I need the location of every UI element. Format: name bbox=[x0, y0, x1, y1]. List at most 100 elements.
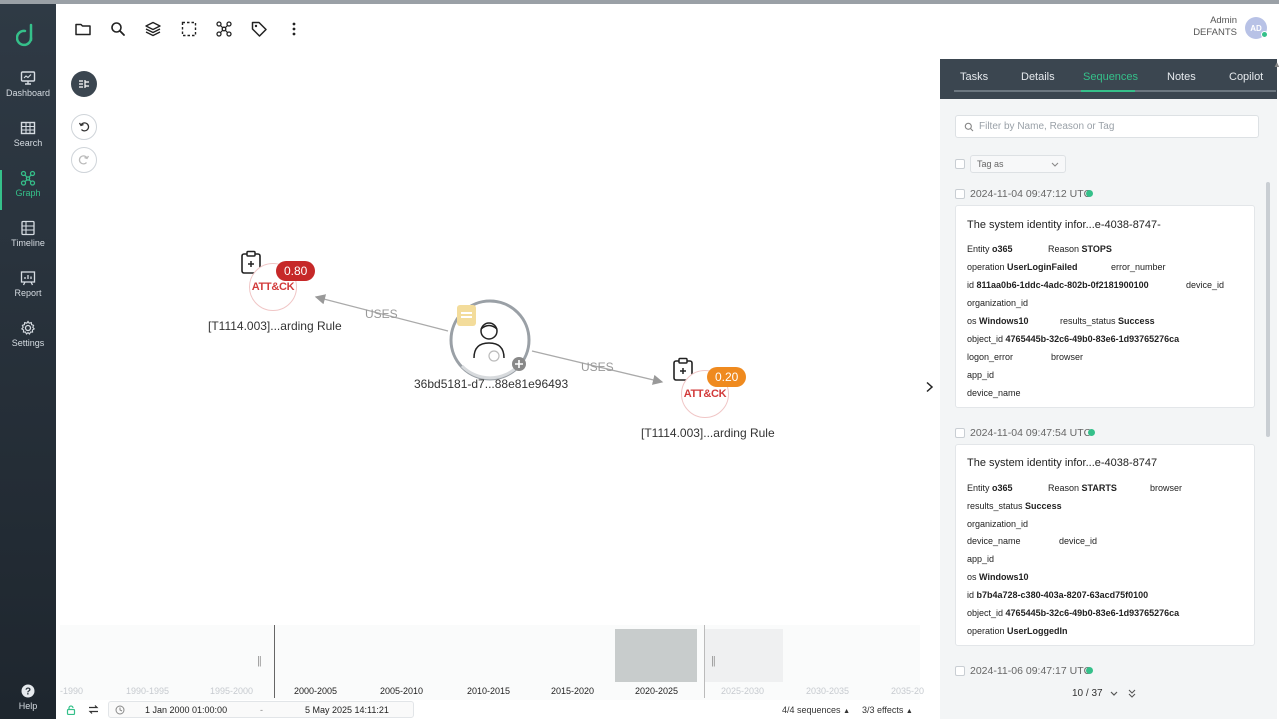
tab-sequences[interactable]: Sequences bbox=[1083, 71, 1138, 83]
lock-icon[interactable] bbox=[66, 705, 76, 715]
filter-placeholder: Filter by Name, Reason or Tag bbox=[979, 121, 1115, 132]
sequence-title: The system identity infor...e-4038-8747 bbox=[967, 457, 1158, 469]
field: device_name bbox=[967, 388, 1021, 398]
sequence-checkbox[interactable] bbox=[955, 666, 965, 676]
range-end: 5 May 2025 14:11:21 bbox=[305, 705, 389, 715]
sequence-checkbox[interactable] bbox=[955, 189, 965, 199]
field: Entity o365 bbox=[967, 244, 1013, 254]
field: Reason STOPS bbox=[1048, 244, 1112, 254]
timeline-tick: 2010-2015 bbox=[467, 686, 511, 696]
timeline-drag-handle[interactable]: || bbox=[257, 655, 262, 667]
sequence-card[interactable]: The system identity infor...e-4038-8747 … bbox=[955, 444, 1255, 646]
tab-tasks[interactable]: Tasks bbox=[960, 71, 988, 83]
timeline-tick: 2035-20 bbox=[891, 686, 925, 696]
tab-copilot[interactable]: Copilot bbox=[1229, 71, 1263, 83]
node-label: 36bd5181-d7...88e81e96493 bbox=[414, 377, 569, 391]
select-all-checkbox[interactable] bbox=[955, 159, 965, 169]
online-status-indicator bbox=[1261, 31, 1268, 38]
tag-as-select[interactable]: Tag as bbox=[970, 155, 1066, 173]
double-chevron-down-icon[interactable] bbox=[1128, 689, 1136, 698]
field: operation UserLoggedIn bbox=[967, 626, 1068, 636]
clock-icon bbox=[115, 705, 125, 715]
tag-as-label: Tag as bbox=[977, 159, 1004, 169]
field: device_id bbox=[1186, 280, 1225, 290]
sequence-timestamp: 2024-11-04 09:47:54 UTC bbox=[970, 427, 1092, 439]
collapse-panel-button[interactable] bbox=[925, 381, 934, 396]
pager-count: 10 / 37 bbox=[1072, 688, 1103, 699]
edge-label-uses: USES bbox=[365, 307, 398, 321]
field: object_id 4765445b-32c6-49b0-83e6-1d9376… bbox=[967, 608, 1180, 618]
panel-tabs: Tasks Details Sequences Notes Copilot bbox=[940, 59, 1277, 99]
status-dot bbox=[1086, 667, 1093, 674]
field: device_id bbox=[1059, 536, 1098, 546]
help-button[interactable]: ? Help bbox=[0, 683, 56, 719]
field: Reason STARTS bbox=[1048, 483, 1117, 493]
status-dot bbox=[1086, 190, 1093, 197]
field: device_name bbox=[967, 536, 1021, 546]
chevron-down-icon bbox=[1051, 162, 1059, 167]
sequence-card[interactable]: The system identity infor...e-4038-8747-… bbox=[955, 205, 1255, 408]
chevron-down-icon[interactable] bbox=[1110, 691, 1118, 697]
field: results_status Success bbox=[1060, 316, 1155, 326]
help-label: Help bbox=[18, 701, 38, 711]
timeline-tick: 2005-2010 bbox=[380, 686, 424, 696]
sequences-filter[interactable]: 4/4 sequences ▲ bbox=[782, 705, 850, 715]
user-org: DEFANTS bbox=[1193, 27, 1237, 38]
sequence-title: The system identity infor...e-4038-8747- bbox=[967, 219, 1161, 231]
time-range-box[interactable]: 1 Jan 2000 01:00:00 - 5 May 2025 14:11:2… bbox=[108, 701, 414, 718]
note-icon bbox=[457, 305, 476, 326]
sequence-timestamp: 2024-11-06 09:47:17 UTC bbox=[970, 665, 1092, 677]
sequences-count: 4/4 sequences bbox=[782, 705, 841, 715]
field: browser bbox=[1150, 483, 1183, 493]
field: Entity o365 bbox=[967, 483, 1013, 493]
timeline-tick: 2015-2020 bbox=[551, 686, 595, 696]
field: error_number bbox=[1111, 262, 1166, 272]
timeline-highlight-faded bbox=[704, 629, 783, 682]
timeline-range-start[interactable] bbox=[274, 625, 275, 698]
field: operation UserLoginFailed bbox=[967, 262, 1078, 272]
user-name: Admin bbox=[1210, 15, 1237, 26]
user-info: Admin DEFANTS bbox=[1193, 15, 1237, 39]
swap-icon[interactable] bbox=[88, 704, 99, 715]
caret-up-icon: ▲ bbox=[905, 708, 913, 715]
edge-label-uses: USES bbox=[581, 360, 614, 374]
sequence-filter-input[interactable]: Filter by Name, Reason or Tag bbox=[955, 115, 1259, 138]
active-tab-indicator bbox=[1081, 90, 1135, 92]
range-start: 1 Jan 2000 01:00:00 bbox=[145, 705, 228, 715]
panel-scrollbar[interactable] bbox=[1266, 182, 1270, 437]
panel-scroll-up-icon[interactable]: ▲ bbox=[1273, 60, 1279, 69]
field: object_id 4765445b-32c6-49b0-83e6-1d9376… bbox=[967, 334, 1180, 344]
field: organization_id bbox=[967, 519, 1029, 529]
field: id 811aa0b6-1ddc-4adc-802b-0f2181900100 bbox=[967, 280, 1149, 290]
field: organization_id bbox=[967, 298, 1029, 308]
score-badge-medium: 0.20 bbox=[707, 367, 747, 387]
timeline-range-end[interactable] bbox=[704, 625, 705, 698]
node-label: [T1114.003]...arding Rule bbox=[641, 426, 775, 440]
timeline-tick: 2000-2005 bbox=[294, 686, 338, 696]
field: browser bbox=[1051, 352, 1084, 362]
field: app_id bbox=[967, 554, 995, 564]
tab-notes[interactable]: Notes bbox=[1167, 71, 1196, 83]
search-icon bbox=[964, 122, 974, 132]
timeline-tick: 1995-2000 bbox=[210, 686, 254, 696]
field: app_id bbox=[967, 370, 995, 380]
range-separator: - bbox=[260, 705, 263, 715]
status-dot bbox=[1088, 429, 1095, 436]
timeline-drag-handle[interactable]: || bbox=[711, 655, 716, 667]
field: logon_error bbox=[967, 352, 1014, 362]
timeline-tick: 1990-1995 bbox=[126, 686, 170, 696]
sequence-checkbox[interactable] bbox=[955, 428, 965, 438]
svg-text:?: ? bbox=[25, 687, 31, 698]
node-label: [T1114.003]...arding Rule bbox=[208, 319, 342, 333]
timeline-tick: 2025-2030 bbox=[721, 686, 765, 696]
effects-filter[interactable]: 3/3 effects ▲ bbox=[862, 705, 913, 715]
chevron-right-icon bbox=[926, 381, 934, 393]
field: results_status Success bbox=[967, 501, 1062, 511]
sequence-timestamp: 2024-11-04 09:47:12 UTC bbox=[970, 188, 1092, 200]
timeline-tick: -1990 bbox=[60, 686, 84, 696]
caret-up-icon: ▲ bbox=[843, 708, 850, 715]
timeline-tick: 2030-2035 bbox=[806, 686, 850, 696]
effects-count: 3/3 effects bbox=[862, 705, 904, 715]
timeline-highlight bbox=[615, 629, 697, 682]
tab-details[interactable]: Details bbox=[1021, 71, 1055, 83]
